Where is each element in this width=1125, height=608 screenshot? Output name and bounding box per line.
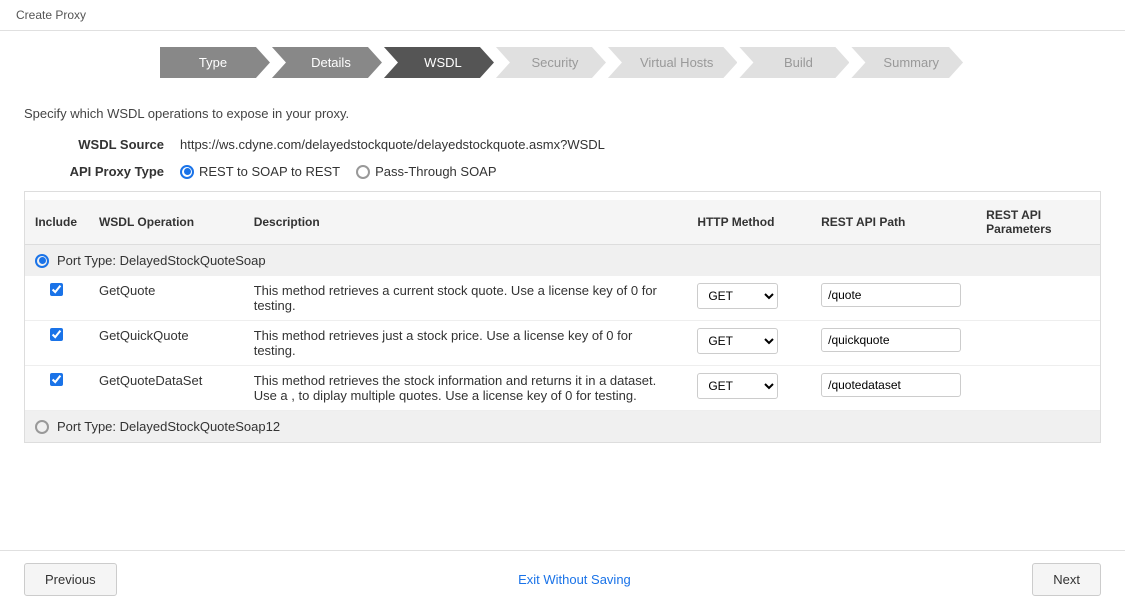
exit-link[interactable]: Exit Without Saving: [518, 572, 631, 587]
wizard-steps: Type Details WSDL Security Virtual Hosts…: [0, 31, 1125, 94]
http-method-select-getquote[interactable]: GET POST PUT DELETE: [697, 283, 778, 309]
checkbox-getquotedataset[interactable]: [50, 373, 63, 386]
previous-button[interactable]: Previous: [24, 563, 117, 596]
main-content: Specify which WSDL operations to expose …: [0, 94, 1125, 455]
op-path-getquotedataset[interactable]: [811, 366, 976, 411]
radio-pass-label: Pass-Through SOAP: [375, 164, 496, 179]
radio-rest-icon: [180, 165, 194, 179]
table-header-row: Include WSDL Operation Description HTTP …: [25, 200, 1100, 245]
table-row: GetQuote This method retrieves a current…: [25, 276, 1100, 321]
port-type-row-1: Port Type: DelayedStockQuoteSoap: [25, 245, 1100, 277]
wsdl-source-value: https://ws.cdyne.com/delayedstockquote/d…: [180, 137, 605, 152]
table-row: GetQuoteDataSet This method retrieves th…: [25, 366, 1100, 411]
step-details[interactable]: Details: [272, 47, 382, 78]
radio-rest-label: REST to SOAP to REST: [199, 164, 340, 179]
http-method-select-getquotedataset[interactable]: GET POST PUT DELETE: [697, 373, 778, 399]
op-name-getquickquote: GetQuickQuote: [89, 321, 244, 366]
include-cell-getquickquote[interactable]: [25, 321, 89, 366]
radio-rest-to-soap[interactable]: REST to SOAP to REST: [180, 164, 340, 179]
wsdl-source-row: WSDL Source https://ws.cdyne.com/delayed…: [24, 137, 1101, 152]
op-name-getquotedataset: GetQuoteDataSet: [89, 366, 244, 411]
next-button[interactable]: Next: [1032, 563, 1101, 596]
rest-path-input-getquote[interactable]: [821, 283, 961, 307]
operations-table-wrapper[interactable]: Include WSDL Operation Description HTTP …: [24, 191, 1101, 443]
checkbox-getquote[interactable]: [50, 283, 63, 296]
port-type-name-1: Port Type: DelayedStockQuoteSoap: [57, 253, 266, 268]
api-proxy-type-row: API Proxy Type REST to SOAP to REST Pass…: [24, 164, 1101, 179]
step-type[interactable]: Type: [160, 47, 270, 78]
op-method-getquote[interactable]: GET POST PUT DELETE: [687, 276, 811, 321]
step-details-label: Details: [311, 55, 351, 70]
op-desc-getquickquote: This method retrieves just a stock price…: [244, 321, 688, 366]
col-wsdl-op: WSDL Operation: [89, 200, 244, 245]
proxy-type-radio-group: REST to SOAP to REST Pass-Through SOAP: [180, 164, 497, 179]
footer: Previous Exit Without Saving Next: [0, 550, 1125, 608]
rest-path-input-getquotedataset[interactable]: [821, 373, 961, 397]
step-summary-label: Summary: [883, 55, 939, 70]
op-params-getquotedataset: [976, 366, 1100, 411]
wsdl-source-label: WSDL Source: [24, 137, 164, 152]
step-security-label: Security: [531, 55, 578, 70]
port-type-row-2: Port Type: DelayedStockQuoteSoap12: [25, 411, 1100, 443]
op-desc-getquote: This method retrieves a current stock qu…: [244, 276, 688, 321]
radio-pass-icon: [356, 165, 370, 179]
op-path-getquickquote[interactable]: [811, 321, 976, 366]
step-summary[interactable]: Summary: [851, 47, 963, 78]
step-virtual-hosts-label: Virtual Hosts: [640, 55, 713, 70]
op-path-getquote[interactable]: [811, 276, 976, 321]
operations-table: Include WSDL Operation Description HTTP …: [25, 200, 1100, 442]
step-wsdl-label: WSDL: [424, 55, 462, 70]
api-proxy-type-label: API Proxy Type: [24, 164, 164, 179]
app-header: Create Proxy: [0, 0, 1125, 31]
col-description: Description: [244, 200, 688, 245]
table-row: GetQuickQuote This method retrieves just…: [25, 321, 1100, 366]
col-rest-path: REST API Path: [811, 200, 976, 245]
port-type-label-2[interactable]: Port Type: DelayedStockQuoteSoap12: [35, 419, 1090, 434]
op-params-getquote: [976, 276, 1100, 321]
step-wsdl[interactable]: WSDL: [384, 47, 494, 78]
page-subtitle: Specify which WSDL operations to expose …: [24, 106, 1101, 121]
op-name-getquote: GetQuote: [89, 276, 244, 321]
include-cell-getquotedataset[interactable]: [25, 366, 89, 411]
step-build-label: Build: [784, 55, 813, 70]
col-include: Include: [25, 200, 89, 245]
col-http-method: HTTP Method: [687, 200, 811, 245]
port-type-label-1[interactable]: Port Type: DelayedStockQuoteSoap: [35, 253, 1090, 268]
checkbox-getquickquote[interactable]: [50, 328, 63, 341]
port-radio-icon-2: [35, 420, 49, 434]
step-type-label: Type: [199, 55, 227, 70]
app-title: Create Proxy: [16, 8, 86, 22]
radio-pass-through[interactable]: Pass-Through SOAP: [356, 164, 496, 179]
step-virtual-hosts[interactable]: Virtual Hosts: [608, 47, 737, 78]
step-security[interactable]: Security: [496, 47, 606, 78]
step-build[interactable]: Build: [739, 47, 849, 78]
col-rest-params: REST API Parameters: [976, 200, 1100, 245]
port-type-name-2: Port Type: DelayedStockQuoteSoap12: [57, 419, 280, 434]
include-cell-getquote[interactable]: [25, 276, 89, 321]
op-desc-getquotedataset: This method retrieves the stock informat…: [244, 366, 688, 411]
http-method-select-getquickquote[interactable]: GET POST PUT DELETE: [697, 328, 778, 354]
port-radio-icon-1: [35, 254, 49, 268]
op-params-getquickquote: [976, 321, 1100, 366]
op-method-getquotedataset[interactable]: GET POST PUT DELETE: [687, 366, 811, 411]
rest-path-input-getquickquote[interactable]: [821, 328, 961, 352]
op-method-getquickquote[interactable]: GET POST PUT DELETE: [687, 321, 811, 366]
